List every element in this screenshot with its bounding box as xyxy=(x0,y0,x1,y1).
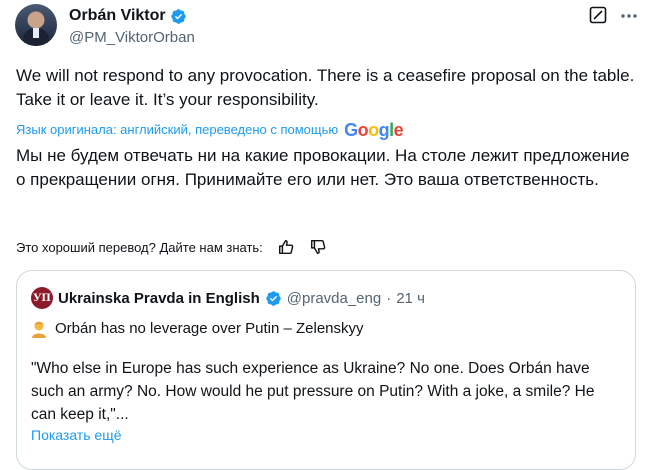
grok-icon[interactable] xyxy=(589,6,607,24)
thumbs-down-icon[interactable] xyxy=(309,238,327,256)
author-handle[interactable]: @PM_ViktorOrban xyxy=(69,28,195,48)
quoted-timestamp[interactable]: 21 ч xyxy=(396,290,425,307)
quoted-tweet-card[interactable]: УП Ukrainska Pravda in English @pravda_e… xyxy=(16,270,636,470)
person-emoji-icon xyxy=(32,321,46,338)
quoted-author-logo: УП xyxy=(31,287,53,309)
quoted-tweet-text: "Who else in Europe has such experience … xyxy=(31,360,595,423)
translation-note: Язык оригинала: английский, переведено с… xyxy=(16,120,404,140)
quoted-headline-row: Orbán has no leverage over Putin – Zelen… xyxy=(31,319,364,339)
quoted-tweet-header: УП Ukrainska Pravda in English @pravda_e… xyxy=(31,287,425,309)
author-name[interactable]: Orbán Viktor xyxy=(69,6,166,26)
tweet-text-translated: Мы не будем отвечать ни на какие провока… xyxy=(16,146,630,189)
author-avatar[interactable] xyxy=(15,4,57,46)
quoted-author-name[interactable]: Ukrainska Pravda in English xyxy=(58,290,260,307)
verified-badge-icon xyxy=(170,8,186,24)
show-more-link[interactable]: Показать ещё xyxy=(31,427,122,443)
translation-feedback: Это хороший перевод? Дайте нам знать: xyxy=(16,238,327,256)
quoted-headline: Orbán has no leverage over Putin – Zelen… xyxy=(55,320,364,337)
tweet-text-original: We will not respond to any provocation. … xyxy=(16,66,635,109)
google-logo: Google xyxy=(344,120,404,140)
translation-feedback-prompt: Это хороший перевод? Дайте нам знать: xyxy=(16,239,263,255)
separator-dot: · xyxy=(386,289,392,307)
thumbs-up-icon[interactable] xyxy=(277,238,295,256)
quoted-author-handle[interactable]: @pravda_eng xyxy=(287,290,381,307)
more-options-icon[interactable] xyxy=(619,6,639,26)
author-name-row: Orbán Viktor xyxy=(69,6,187,26)
verified-badge-icon xyxy=(265,290,281,306)
avatar-shirt xyxy=(33,28,39,38)
translation-note-label: Язык оригинала: английский, переведено с… xyxy=(16,122,339,137)
